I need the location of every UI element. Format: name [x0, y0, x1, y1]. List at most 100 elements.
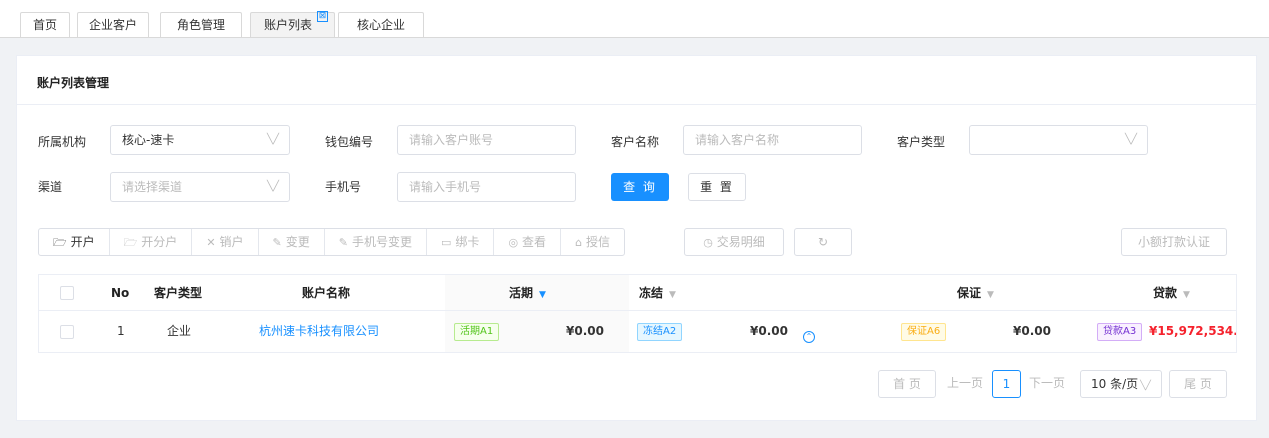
tab-bar: 首页 企业客户 角色管理 账户列表 ⊠ 核心企业	[0, 0, 1269, 38]
table-header: No 客户类型 账户名称 活期 ▼ 冻结 ▼ 保证 ▼ 贷款 ▼	[39, 275, 1236, 311]
wallet-input[interactable]: 请输入客户账号	[397, 125, 576, 155]
header-current-label: 活期	[509, 286, 534, 300]
change-button[interactable]: ✎ 变更	[259, 229, 325, 255]
panel-title: 账户列表管理	[37, 76, 110, 90]
close-account-button[interactable]: ✕ 销户	[192, 229, 259, 255]
org-label: 所属机构	[38, 135, 87, 149]
guarantee-tag: 保证A6	[901, 323, 947, 341]
refresh-button[interactable]: ↻	[794, 228, 852, 256]
bank-icon: ⌂	[575, 236, 583, 249]
folder-icon: 🗁	[53, 236, 67, 249]
customer-name-input[interactable]: 请输入客户名称	[683, 125, 862, 155]
open-account-label: 开户	[70, 235, 95, 249]
edit-icon: ✎	[272, 236, 282, 249]
cell-frozen-amount: ¥0.00	[750, 324, 788, 338]
edit-icon: ✎	[338, 236, 348, 249]
transaction-detail-label: 交易明细	[716, 235, 765, 249]
page-size-value: 10 条/页	[1091, 377, 1139, 391]
customer-type-label: 客户类型	[897, 135, 946, 149]
phone-change-label: 手机号变更	[352, 235, 413, 249]
header-guarantee[interactable]: 保证 ▼	[957, 275, 994, 311]
current-tag: 活期A1	[454, 323, 500, 341]
last-page-button[interactable]: 尾 页	[1169, 370, 1227, 398]
sort-icon[interactable]: ▼	[1183, 290, 1190, 300]
tab-enterprise-customers[interactable]: 企业客户	[77, 12, 149, 38]
header-customer-type: 客户类型	[154, 286, 203, 300]
tab-account-list-label: 账户列表	[264, 18, 313, 32]
customer-type-select[interactable]: ╲╱	[969, 125, 1148, 155]
cell-current-amount: ¥0.00	[566, 324, 604, 338]
next-page-button[interactable]: 下一页	[1026, 370, 1068, 398]
action-toolbar: 🗁 开户 🗁 开分户 ✕ 销户 ✎ 变更 ✎ 手机号变更 ▭ 绑卡 ◎ 查看 ⌂ 授信	[38, 228, 626, 256]
expand-icon[interactable]: ⌃	[803, 331, 815, 343]
header-current[interactable]: 活期 ▼	[509, 275, 546, 311]
chevron-down-icon: ╲╱	[266, 181, 279, 192]
close-account-label: 销户	[219, 235, 244, 249]
cell-no: 1	[117, 324, 125, 338]
refresh-icon: ↻	[817, 235, 829, 249]
account-list-panel: 账户列表管理 所属机构 核心-速卡 ╲╱ 钱包编号 请输入客户账号 客户名称 请…	[16, 55, 1257, 421]
bind-card-button[interactable]: ▭ 绑卡	[427, 229, 495, 255]
channel-select[interactable]: 请选择渠道 ╲╱	[110, 172, 290, 202]
org-select[interactable]: 核心-速卡 ╲╱	[110, 125, 290, 155]
open-sub-account-label: 开分户	[141, 235, 178, 249]
card-icon: ▭	[441, 236, 452, 249]
folder-icon: 🗁	[123, 236, 138, 249]
view-button[interactable]: ◎ 查看	[494, 229, 562, 255]
loan-tag: 贷款A3	[1097, 323, 1143, 341]
tab-core-enterprise[interactable]: 核心企业	[338, 12, 424, 38]
cell-customer-type: 企业	[167, 324, 192, 338]
header-loan[interactable]: 贷款 ▼	[1153, 275, 1190, 311]
cell-loan-amount: ¥15,972,534.8	[1149, 324, 1237, 338]
prev-page-button[interactable]: 上一页	[945, 370, 985, 398]
cell-account-name-link[interactable]: 杭州速卡科技有限公司	[259, 311, 379, 352]
chevron-down-icon: ╲╱	[266, 134, 279, 145]
cell-guarantee-amount: ¥0.00	[1013, 324, 1051, 338]
chevron-down-icon: ╲╱	[1140, 381, 1151, 391]
channel-select-placeholder: 请选择渠道	[122, 180, 183, 194]
tab-bar-divider	[0, 37, 1269, 38]
sort-icon[interactable]: ▼	[539, 290, 546, 300]
first-page-button[interactable]: 首 页	[878, 370, 936, 398]
frozen-tag: 冻结A2	[637, 323, 683, 341]
bind-card-label: 绑卡	[455, 235, 480, 249]
reset-button[interactable]: 重 置	[688, 173, 746, 201]
view-label: 查看	[522, 235, 547, 249]
org-select-value: 核心-速卡	[122, 133, 175, 147]
phone-change-button[interactable]: ✎ 手机号变更	[325, 229, 428, 255]
tab-role-management[interactable]: 角色管理	[160, 12, 242, 38]
header-account-name: 账户名称	[302, 286, 351, 300]
open-account-button[interactable]: 🗁 开户	[39, 229, 110, 255]
phone-input[interactable]: 请输入手机号	[397, 172, 576, 202]
chevron-down-icon: ╲╱	[1124, 134, 1137, 145]
header-guarantee-label: 保证	[957, 286, 982, 300]
open-sub-account-button[interactable]: 🗁 开分户	[110, 229, 193, 255]
channel-label: 渠道	[38, 180, 63, 194]
panel-divider	[17, 104, 1256, 105]
current-page[interactable]: 1	[992, 370, 1021, 398]
credit-button[interactable]: ⌂ 授信	[561, 229, 624, 255]
customer-name-label: 客户名称	[611, 135, 660, 149]
header-frozen-label: 冻结	[639, 286, 664, 300]
page-size-select[interactable]: 10 条/页 ╲╱	[1080, 370, 1162, 398]
select-all-checkbox[interactable]	[60, 286, 74, 300]
micro-payment-auth-button[interactable]: 小额打款认证	[1121, 228, 1227, 256]
sort-icon[interactable]: ▼	[669, 290, 676, 300]
sort-icon[interactable]: ▼	[987, 290, 994, 300]
close-icon[interactable]: ⊠	[317, 11, 328, 22]
close-icon: ✕	[206, 236, 216, 249]
transaction-detail-button[interactable]: ◷ 交易明细	[684, 228, 784, 256]
header-frozen[interactable]: 冻结 ▼	[639, 275, 676, 311]
clock-icon: ◷	[703, 236, 713, 249]
row-checkbox[interactable]	[60, 325, 74, 339]
query-button[interactable]: 查 询	[611, 173, 669, 201]
credit-label: 授信	[586, 235, 611, 249]
phone-label: 手机号	[325, 180, 362, 194]
change-label: 变更	[285, 235, 310, 249]
tab-account-list[interactable]: 账户列表 ⊠	[250, 11, 335, 38]
tab-home[interactable]: 首页	[20, 12, 70, 38]
eye-icon: ◎	[508, 236, 519, 249]
account-table: No 客户类型 账户名称 活期 ▼ 冻结 ▼ 保证 ▼ 贷款 ▼ 1 企业 杭州速卡科技…	[38, 274, 1237, 353]
wallet-label: 钱包编号	[325, 135, 374, 149]
header-loan-label: 贷款	[1153, 286, 1178, 300]
